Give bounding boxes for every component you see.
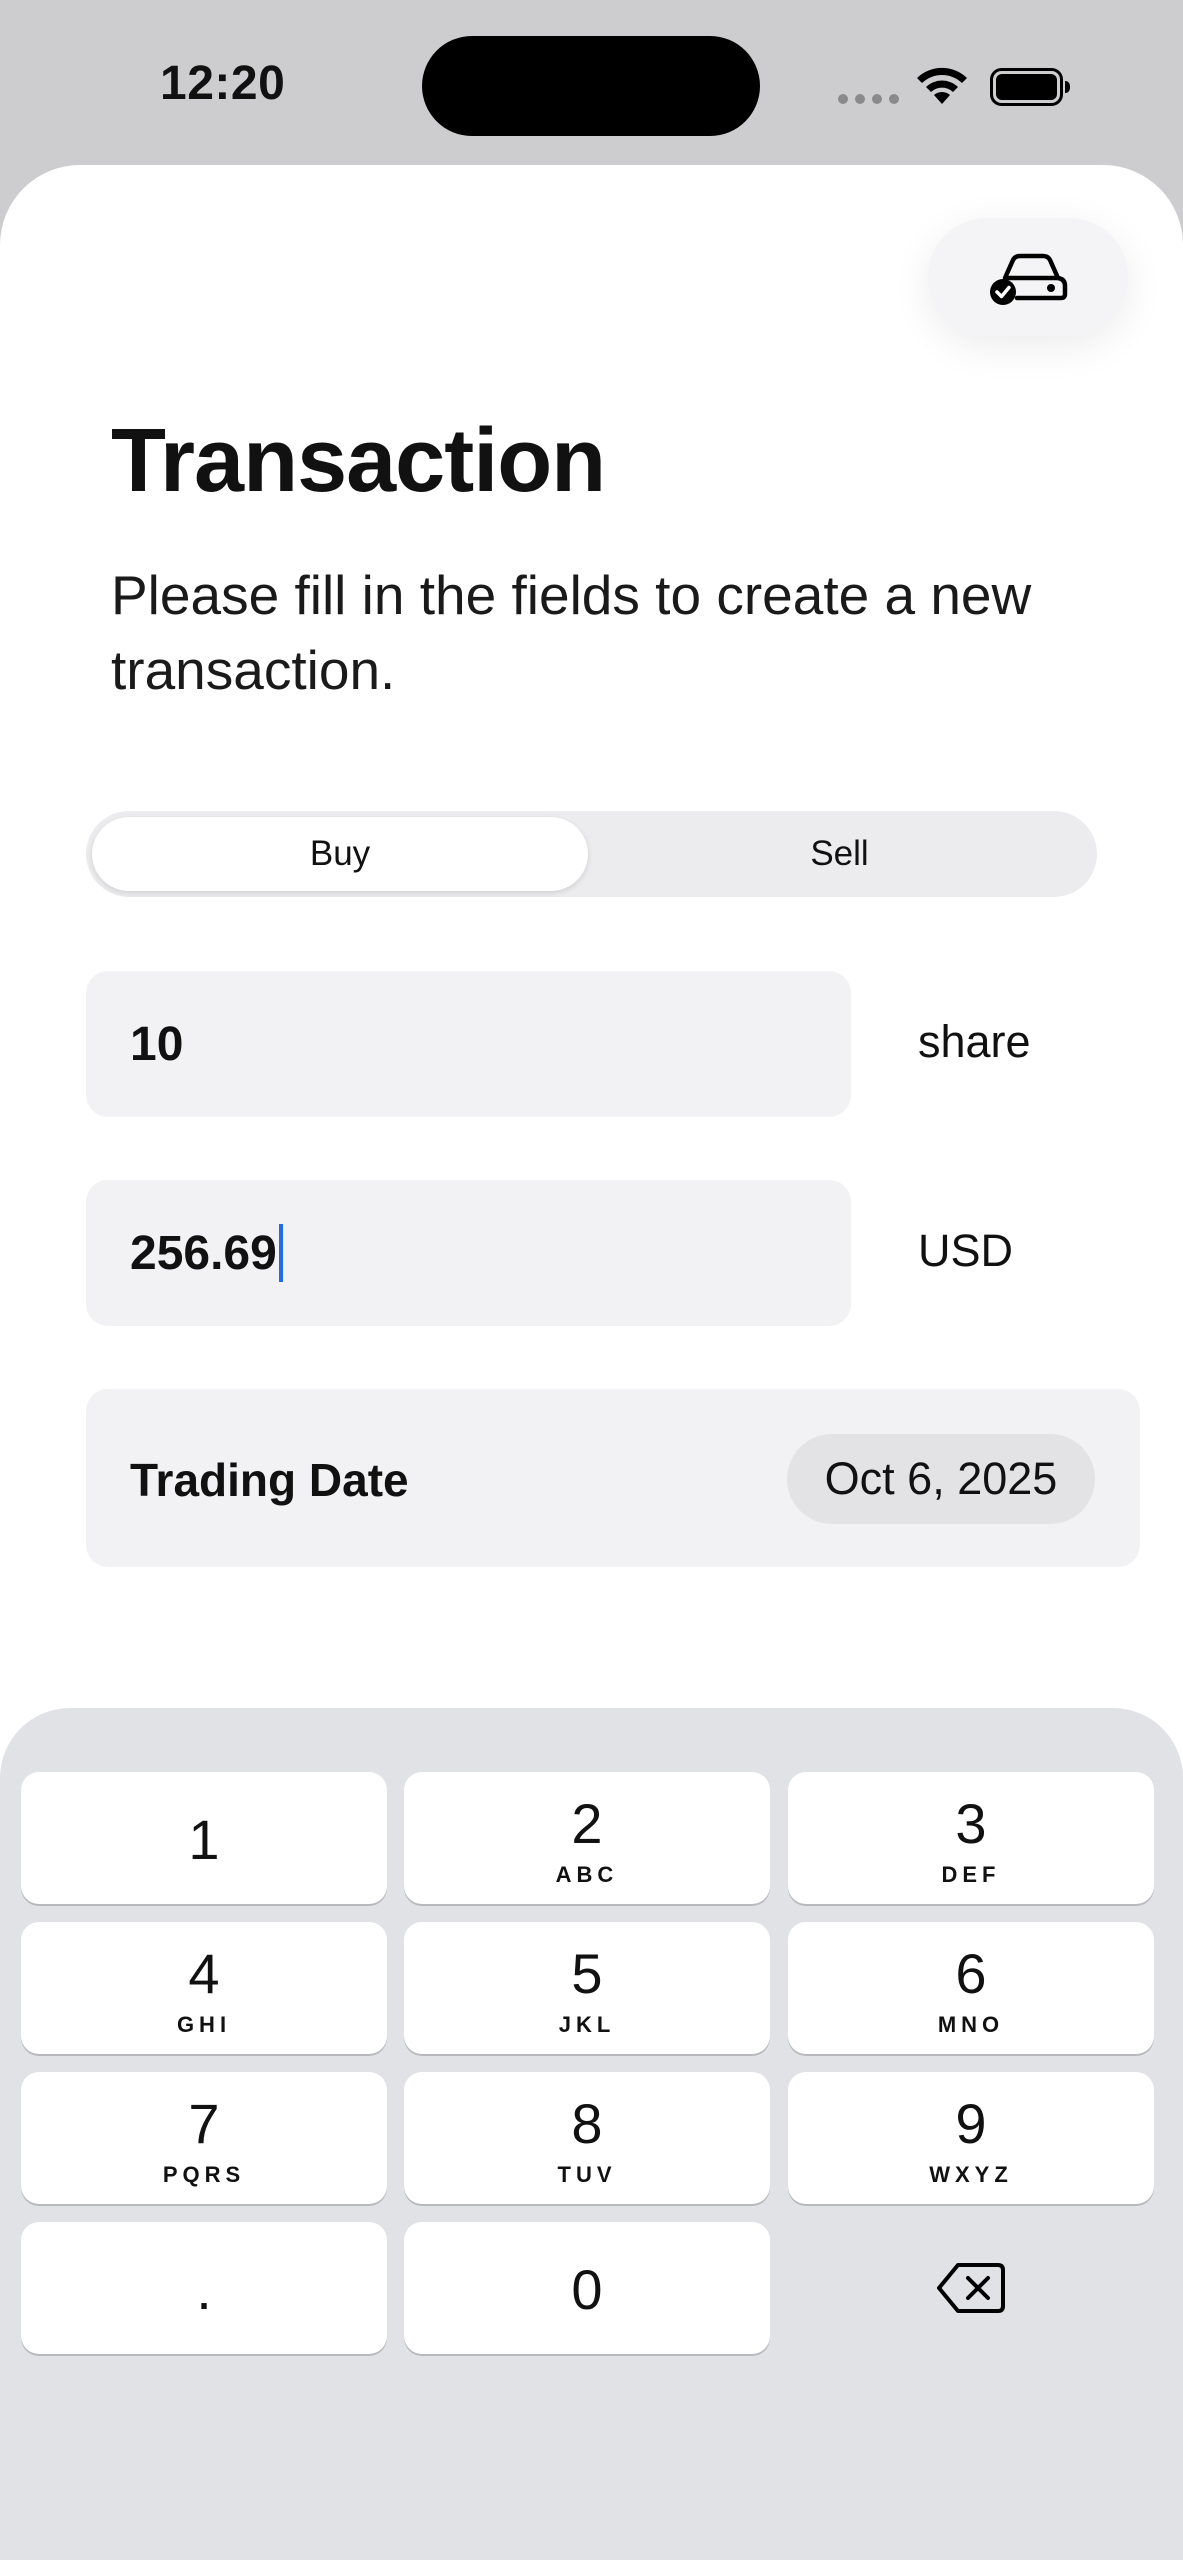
key-2[interactable]: 2 ABC	[404, 1772, 770, 1904]
car-check-icon	[990, 253, 1068, 305]
key-letters: PQRS	[162, 2162, 246, 2187]
status-time: 12:20	[160, 57, 286, 110]
key-digit: 9	[955, 2092, 987, 2155]
key-3[interactable]: 3 DEF	[788, 1772, 1154, 1904]
price-value: 256.69	[130, 1226, 277, 1280]
quantity-unit-label: share	[918, 1016, 1031, 1067]
key-1[interactable]: 1	[21, 1772, 387, 1904]
key-5[interactable]: 5 JKL	[404, 1922, 770, 2054]
key-4[interactable]: 4 GHI	[21, 1922, 387, 2054]
status-bar: 12:20	[0, 0, 1183, 170]
page-subtitle: Please fill in the fields to create a ne…	[111, 564, 1032, 701]
key-letters: TUV	[557, 2162, 617, 2187]
page-title: Transaction	[111, 411, 606, 511]
segment-sell[interactable]: Sell	[588, 817, 1091, 891]
key-7[interactable]: 7 PQRS	[21, 2072, 387, 2204]
key-digit: 7	[188, 2092, 220, 2155]
key-decimal[interactable]: .	[21, 2222, 387, 2354]
key-digit: 5	[571, 1942, 603, 2005]
quantity-field[interactable]: 10	[86, 971, 851, 1117]
key-letters: GHI	[176, 2012, 232, 2037]
delete-key[interactable]	[788, 2222, 1154, 2354]
quantity-value: 10	[130, 1017, 184, 1071]
buy-sell-segmented-control: Buy Sell	[86, 811, 1097, 897]
battery-icon	[990, 68, 1072, 111]
key-letters: WXYZ	[929, 2162, 1013, 2187]
price-field[interactable]: 256.69	[86, 1180, 851, 1326]
key-6[interactable]: 6 MNO	[788, 1922, 1154, 2054]
key-letters: DEF	[941, 1862, 1001, 1887]
key-digit: 2	[571, 1792, 603, 1855]
key-letters: ABC	[555, 1862, 619, 1887]
key-8[interactable]: 8 TUV	[404, 2072, 770, 2204]
price-currency-label: USD	[918, 1225, 1014, 1276]
text-caret	[278, 1224, 283, 1282]
car-check-button[interactable]	[928, 218, 1128, 336]
dynamic-island	[422, 36, 760, 136]
key-digit: 8	[571, 2092, 603, 2155]
delete-backspace-icon	[937, 2263, 1005, 2313]
key-digit: 3	[955, 1792, 987, 1855]
trading-date-label: Trading Date	[130, 1454, 409, 1506]
key-digit: 6	[955, 1942, 987, 2005]
key-digit: .	[196, 2258, 212, 2321]
segment-buy[interactable]: Buy	[92, 817, 588, 891]
trading-date-row: Trading Date Oct 6, 2025	[86, 1389, 1140, 1567]
cellular-signal-icon	[838, 94, 899, 104]
wifi-icon	[914, 64, 970, 113]
key-digit: 4	[188, 1942, 220, 2005]
key-0[interactable]: 0	[404, 2222, 770, 2354]
key-letters: JKL	[558, 2012, 616, 2037]
key-digit: 0	[571, 2258, 603, 2321]
key-letters: MNO	[937, 2012, 1005, 2037]
key-digit: 1	[188, 1808, 220, 1871]
trading-date-picker[interactable]: Oct 6, 2025	[787, 1434, 1095, 1524]
key-9[interactable]: 9 WXYZ	[788, 2072, 1154, 2204]
